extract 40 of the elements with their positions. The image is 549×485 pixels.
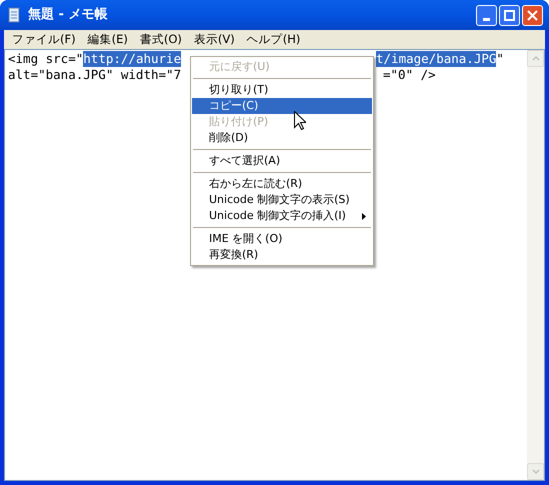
notepad-icon — [6, 7, 22, 23]
menu-label: Unicode 制御文字の挿入(I) — [209, 208, 346, 224]
context-menu-item[interactable]: Unicode 制御文字の表示(S) — [192, 192, 372, 208]
context-menu-item[interactable]: Unicode 制御文字の挿入(I) — [192, 208, 372, 224]
context-menu-item[interactable]: コピー(C) — [192, 98, 372, 114]
maximize-icon — [504, 10, 515, 20]
menu-item[interactable]: ヘルプ(H) — [240, 30, 306, 48]
context-menu-item[interactable]: 切り取り(T) — [192, 82, 372, 98]
menu-label: 右から左に読む(R) — [209, 176, 302, 192]
menu-label: すべて選択(A) — [209, 152, 280, 169]
selected-text: http://ahurie — [83, 51, 182, 67]
maximize-button[interactable] — [499, 4, 520, 26]
menu-label: コピー(C) — [209, 98, 258, 114]
close-button[interactable] — [522, 4, 543, 26]
menu-item[interactable]: ファイル(F) — [6, 30, 82, 48]
menu-label: 貼り付け(P) — [209, 114, 268, 130]
text-line: " — [496, 51, 504, 67]
menu-item[interactable]: 書式(O) — [134, 30, 188, 48]
menu-item[interactable]: 表示(V) — [188, 30, 241, 48]
context-menu-item[interactable]: IME を開く(O) — [192, 231, 372, 247]
minimize-button[interactable] — [476, 4, 497, 26]
mouse-cursor-icon — [294, 111, 306, 130]
text-line: <img src=" — [8, 51, 84, 67]
context-menu-item[interactable]: 削除(D) — [192, 130, 372, 146]
close-icon — [527, 10, 538, 20]
menu-item[interactable]: 編集(E) — [82, 30, 134, 48]
window-title: 無題 - メモ帳 — [28, 6, 108, 24]
menu-label: 再変換(R) — [209, 246, 258, 263]
menu-label: 元に戻す(U) — [209, 58, 270, 75]
menu-label: 削除(D) — [209, 130, 248, 146]
context-menu-item[interactable]: 再変換(R) — [192, 247, 372, 263]
menu-label: 切り取り(T) — [209, 82, 268, 98]
context-menu-item[interactable]: すべて選択(A) — [192, 153, 372, 169]
context-menu-item[interactable]: 右から左に読む(R) — [192, 176, 372, 192]
text-line: alt="bana.JPG" width="7 — [8, 67, 182, 83]
menu-label: IME を開く(O) — [209, 230, 282, 247]
menu-label: Unicode 制御文字の表示(S) — [209, 192, 350, 208]
text-line: ="0" /> — [383, 67, 436, 83]
selected-text: t/image/bana.JPG — [376, 51, 496, 67]
minimize-icon — [483, 18, 490, 20]
